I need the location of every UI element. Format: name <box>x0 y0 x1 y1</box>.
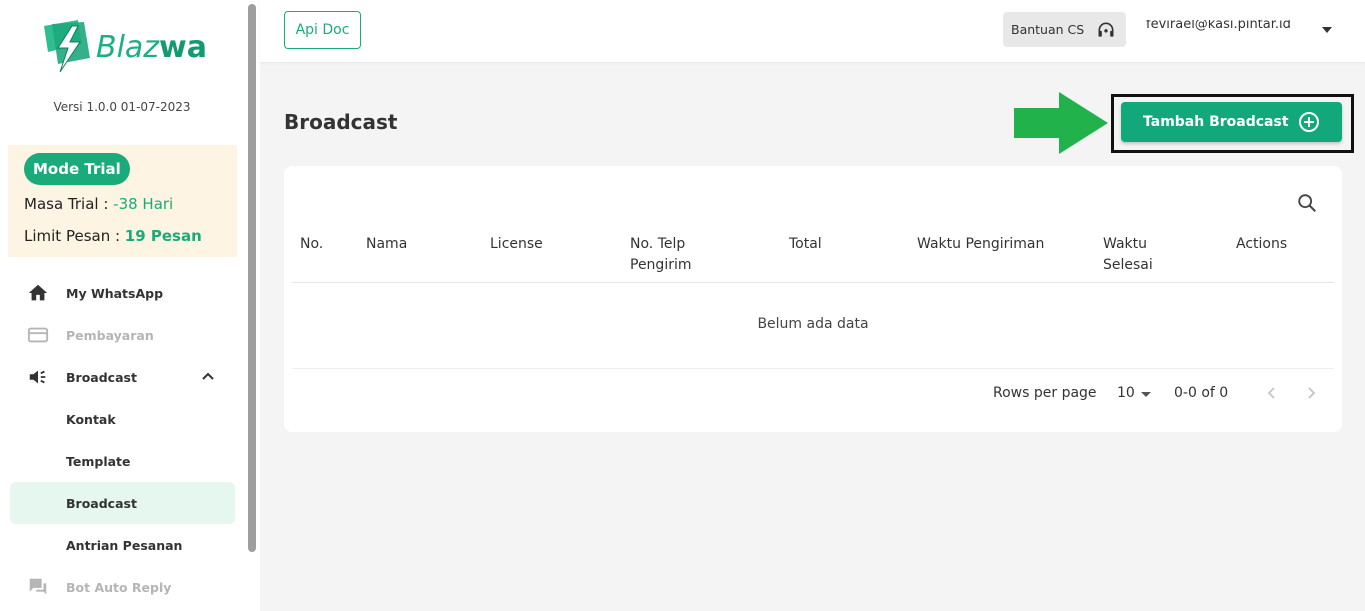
sidebar: Blazwa Versi 1.0.0 01-07-2023 Mode Trial… <box>0 0 260 611</box>
rows-per-page-label: Rows per page <box>993 385 1097 401</box>
support-button[interactable]: Bantuan CS <box>1003 12 1126 47</box>
column-header-no-telp-pengirim[interactable]: No. Telp Pengirim <box>630 234 720 276</box>
trial-limit: Limit Pesan : 19 Pesan <box>24 227 202 245</box>
sidebar-item-label: Template <box>66 453 131 469</box>
rows-per-page-select[interactable]: 10 <box>1117 385 1135 401</box>
support-label: Bantuan CS <box>1011 22 1085 37</box>
add-broadcast-label: Tambah Broadcast <box>1143 114 1289 130</box>
sidebar-nav: My WhatsApp Pembayaran Broadcast Kontak … <box>10 272 235 608</box>
pagination-range: 0-0 of 0 <box>1174 385 1229 401</box>
sidebar-item-label: Antrian Pesanan <box>66 537 183 553</box>
trial-period: Masa Trial : -38 Hari <box>24 195 174 213</box>
sidebar-item-template[interactable]: Template <box>10 440 235 482</box>
plus-circle-icon <box>1299 112 1319 132</box>
sidebar-item-label: Pembayaran <box>66 327 154 343</box>
chevron-right-icon[interactable] <box>1303 385 1319 401</box>
column-header-license[interactable]: License <box>490 234 543 255</box>
column-header-no[interactable]: No. <box>300 234 323 255</box>
add-broadcast-button[interactable]: Tambah Broadcast <box>1121 102 1342 142</box>
topbar: Api Doc Bantuan CS fevirael@kasi.pintar.… <box>260 0 1365 62</box>
sidebar-item-broadcast-group[interactable]: Broadcast <box>10 356 235 398</box>
caret-down-icon[interactable] <box>1322 27 1332 33</box>
search-icon[interactable] <box>1296 192 1318 214</box>
sidebar-item-pembayaran[interactable]: Pembayaran <box>10 314 235 356</box>
sidebar-item-antrian-pesanan[interactable]: Antrian Pesanan <box>10 524 235 566</box>
column-header-waktu-pengiriman[interactable]: Waktu Pengiriman <box>917 234 1044 255</box>
caret-down-icon[interactable] <box>1141 392 1151 397</box>
sidebar-item-label: Broadcast <box>66 369 137 385</box>
chat-bot-icon <box>26 575 50 599</box>
arrow-right-icon <box>1014 92 1108 154</box>
megaphone-icon <box>26 365 50 389</box>
trial-panel: Mode Trial Masa Trial : -38 Hari Limit P… <box>8 145 237 257</box>
sidebar-item-label: Kontak <box>66 411 116 427</box>
headset-icon <box>1098 22 1114 37</box>
empty-state: Belum ada data <box>757 316 869 332</box>
trial-badge: Mode Trial <box>24 153 130 185</box>
sidebar-item-label: My WhatsApp <box>66 285 164 301</box>
header-divider <box>292 282 1334 283</box>
brand-name: Blazwa <box>96 29 208 65</box>
sidebar-item-label: Broadcast <box>66 495 137 511</box>
column-header-total[interactable]: Total <box>789 234 822 255</box>
broadcast-table-card: No. Nama License No. Telp Pengirim Total… <box>284 166 1342 432</box>
page-title: Broadcast <box>284 110 398 134</box>
sidebar-item-my-whatsapp[interactable]: My WhatsApp <box>10 272 235 314</box>
sidebar-item-broadcast[interactable]: Broadcast <box>10 482 235 524</box>
footer-divider <box>292 368 1334 369</box>
credit-card-icon <box>26 323 50 347</box>
sidebar-item-kontak[interactable]: Kontak <box>10 398 235 440</box>
column-header-actions: Actions <box>1236 236 1288 252</box>
user-email[interactable]: fevirael@kasi.pintar.id <box>1146 20 1311 34</box>
sidebar-scrollbar-thumb[interactable] <box>248 4 256 552</box>
api-doc-button[interactable]: Api Doc <box>284 11 361 49</box>
bolt-logo-icon <box>44 20 90 73</box>
brand-logo[interactable]: Blazwa <box>38 18 207 76</box>
home-icon <box>26 281 50 305</box>
app-version: Versi 1.0.0 01-07-2023 <box>53 100 191 114</box>
column-header-waktu-selesai[interactable]: Waktu Selesai <box>1103 234 1173 276</box>
chevron-up-icon <box>202 372 214 380</box>
chevron-left-icon[interactable] <box>1264 385 1280 401</box>
sidebar-item-label: Bot Auto Reply <box>66 579 172 595</box>
sidebar-item-bot-auto-reply[interactable]: Bot Auto Reply <box>10 566 235 608</box>
column-header-nama[interactable]: Nama <box>366 234 407 255</box>
